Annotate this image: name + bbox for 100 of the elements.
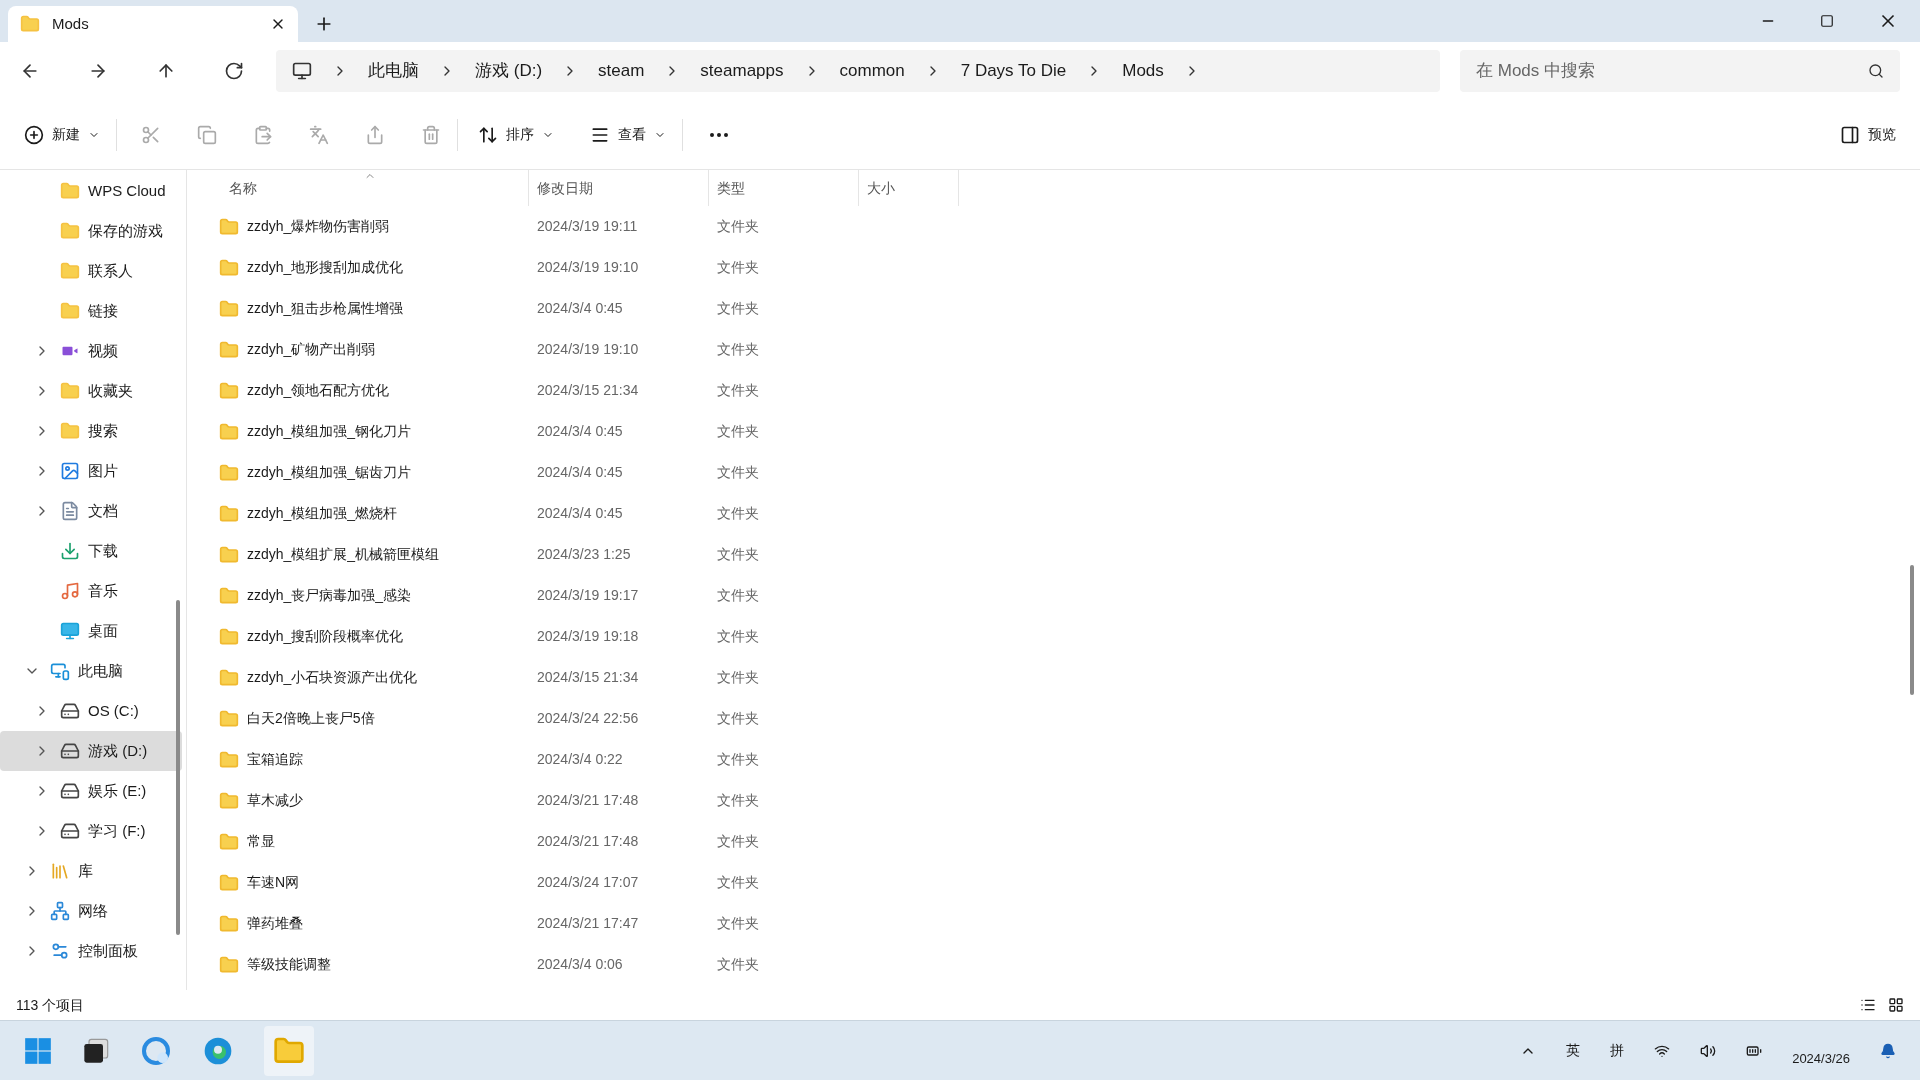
sidebar-item[interactable]: 学习 (F:) [0, 811, 182, 851]
sidebar-item[interactable]: 库 [0, 851, 182, 891]
folder-icon [60, 221, 80, 241]
file-row[interactable]: 宝箱追踪 2024/3/4 0:22 文件夹 [217, 739, 1920, 780]
sidebar-item[interactable]: 文档 [0, 491, 182, 531]
type-cell-text: 文件夹 [716, 258, 760, 277]
column-header[interactable]: 名称 [217, 170, 529, 206]
sidebar-item[interactable]: 音乐 [0, 571, 182, 611]
sidebar-item[interactable]: WPS Cloud [0, 171, 182, 211]
input-method-indicator[interactable]: 英 [1566, 1040, 1581, 1061]
folder-icon [219, 544, 239, 565]
preview-button[interactable]: 预览 [1840, 124, 1896, 145]
column-header[interactable]: 修改日期 [529, 170, 709, 206]
breadcrumb[interactable]: steamapps [700, 58, 784, 84]
date-cell-text: 2024/3/19 19:18 [536, 627, 640, 646]
sidebar-item[interactable]: 桌面 [0, 611, 182, 651]
folder-icon [60, 261, 80, 281]
file-row[interactable]: zzdyh_爆炸物伤害削弱 2024/3/19 19:11 文件夹 [217, 206, 1920, 247]
column-header[interactable]: 类型 [709, 170, 859, 206]
input-method-indicator[interactable]: 拼 [1610, 1040, 1625, 1061]
notification-icon[interactable] [1880, 1042, 1896, 1059]
search-icon[interactable] [1868, 63, 1884, 79]
file-row[interactable]: 弹药堆叠 2024/3/21 17:47 文件夹 [217, 903, 1920, 944]
sidebar-item[interactable]: OS (C:) [0, 691, 182, 731]
file-name: zzdyh_矿物产出削弱 [247, 340, 376, 359]
file-row[interactable]: zzdyh_地形搜刮加成优化 2024/3/19 19:10 文件夹 [217, 247, 1920, 288]
start-icon[interactable] [24, 1036, 52, 1065]
plus-icon [24, 124, 44, 145]
file-row[interactable]: zzdyh_领地石配方优化 2024/3/15 21:34 文件夹 [217, 370, 1920, 411]
folder-icon [60, 181, 80, 201]
sidebar-item[interactable]: 娱乐 (E:) [0, 771, 182, 811]
tiles-view-icon[interactable] [1888, 997, 1904, 1013]
sidebar-item[interactable]: 保存的游戏 [0, 211, 182, 251]
image-icon [60, 461, 80, 481]
sort-button[interactable]: 排序 [478, 124, 554, 145]
scrollbar-thumb[interactable] [1910, 565, 1914, 695]
sidebar-item[interactable]: 图片 [0, 451, 182, 491]
new-button[interactable]: 新建 [24, 124, 100, 145]
folder-icon [219, 913, 239, 934]
file-name: zzdyh_丧尸病毒加强_感染 [247, 586, 412, 605]
file-name: 草木减少 [247, 791, 303, 810]
file-name: 宝箱追踪 [247, 750, 303, 769]
date-text[interactable]: 2024/3/26 [1792, 1048, 1850, 1069]
volume-icon[interactable] [1700, 1042, 1717, 1059]
file-row[interactable]: zzdyh_模组扩展_机械箭匣模组 2024/3/23 1:25 文件夹 [217, 534, 1920, 575]
file-row[interactable]: 白天2倍晚上丧尸5倍 2024/3/24 22:56 文件夹 [217, 698, 1920, 739]
file-row[interactable]: zzdyh_丧尸病毒加强_感染 2024/3/19 19:17 文件夹 [217, 575, 1920, 616]
scrollbar-thumb[interactable] [176, 600, 180, 935]
breadcrumb[interactable]: Mods [1122, 58, 1164, 84]
control-panel-icon [50, 941, 70, 961]
folder-icon [219, 421, 239, 442]
details-view-icon[interactable] [1860, 997, 1876, 1013]
sidebar-item[interactable]: 控制面板 [0, 931, 182, 971]
file-row[interactable]: zzdyh_狙击步枪属性增强 2024/3/4 0:45 文件夹 [217, 288, 1920, 329]
file-row[interactable]: 草木减少 2024/3/21 17:48 文件夹 [217, 780, 1920, 821]
search-field[interactable]: 在 Mods 中搜索 [1460, 50, 1900, 92]
sidebar-item[interactable]: 下载 [0, 531, 182, 571]
file-row[interactable]: zzdyh_模组加强_锯齿刀片 2024/3/4 0:45 文件夹 [217, 452, 1920, 493]
file-row[interactable]: zzdyh_搜刮阶段概率优化 2024/3/19 19:18 文件夹 [217, 616, 1920, 657]
sidebar-item[interactable]: 收藏夹 [0, 371, 182, 411]
file-row[interactable]: zzdyh_小石块资源产出优化 2024/3/15 21:34 文件夹 [217, 657, 1920, 698]
file-row[interactable]: 常显 2024/3/21 17:48 文件夹 [217, 821, 1920, 862]
breadcrumb[interactable]: 此电脑 [368, 58, 419, 84]
window-tab[interactable]: Mods [8, 6, 298, 42]
folder-icon [60, 421, 80, 441]
drive-icon [60, 821, 80, 841]
type-cell-text: 文件夹 [716, 873, 760, 892]
restore-icon[interactable] [1820, 14, 1834, 28]
sidebar-item[interactable]: 游戏 (D:) [0, 731, 182, 771]
column-header[interactable]: 大小 [859, 170, 959, 206]
sidebar-item[interactable]: 搜索 [0, 411, 182, 451]
file-name: 常显 [247, 832, 275, 851]
breadcrumb[interactable]: steam [598, 58, 645, 84]
refresh-icon[interactable] [224, 61, 244, 81]
sidebar-item[interactable]: 链接 [0, 291, 182, 331]
document-icon [60, 501, 80, 521]
view-button[interactable]: 查看 [590, 124, 666, 145]
folder-icon [20, 14, 40, 34]
folder-icon [219, 298, 239, 319]
sidebar-item[interactable]: 联系人 [0, 251, 182, 291]
address-bar[interactable]: 此电脑 游戏 (D:) steam steamapps common 7 Days To Die Mods [276, 50, 1440, 92]
sidebar-item[interactable]: 此电脑 [0, 651, 182, 691]
breadcrumb[interactable]: 7 Days To Die [960, 58, 1067, 84]
file-row[interactable]: zzdyh_矿物产出削弱 2024/3/19 19:10 文件夹 [217, 329, 1920, 370]
sidebar-item[interactable]: 网络 [0, 891, 182, 931]
file-row[interactable]: 车速N网 2024/3/24 17:07 文件夹 [217, 862, 1920, 903]
sidebar-item[interactable]: 视频 [0, 331, 182, 371]
breadcrumb[interactable]: 游戏 (D:) [475, 58, 543, 84]
browser-icon[interactable] [140, 1034, 172, 1067]
file-row[interactable]: zzdyh_模组加强_燃烧杆 2024/3/4 0:45 文件夹 [217, 493, 1920, 534]
file-name: 车速N网 [247, 873, 300, 892]
folder-icon [219, 503, 239, 524]
file-name: zzdyh_搜刮阶段概率优化 [247, 627, 404, 646]
task-view-icon[interactable] [82, 1036, 110, 1065]
file-row[interactable]: 等级技能调整 2024/3/4 0:06 文件夹 [217, 944, 1920, 985]
breadcrumb[interactable]: common [839, 58, 905, 84]
file-row[interactable]: zzdyh_模组加强_钢化刀片 2024/3/4 0:45 文件夹 [217, 411, 1920, 452]
date-cell-text: 2024/3/24 22:56 [536, 709, 640, 728]
folder-icon [219, 831, 239, 852]
file-name: zzdyh_爆炸物伤害削弱 [247, 217, 390, 236]
